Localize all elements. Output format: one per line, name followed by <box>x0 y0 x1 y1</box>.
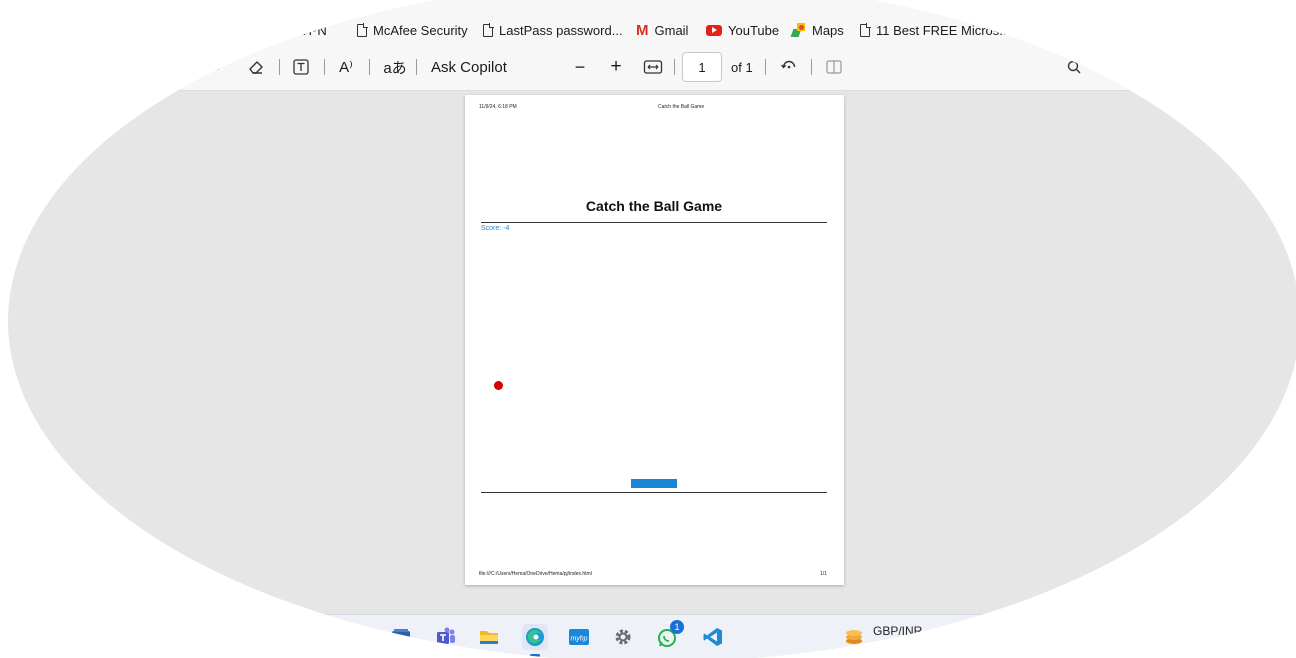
screen: VPN McAfee Security LastPass password...… <box>0 0 1296 658</box>
search-icon[interactable] <box>1062 55 1086 79</box>
bookmark-label: YouTube <box>728 22 780 38</box>
bookmark-best-free[interactable]: 11 Best FREE Micros... <box>860 20 1010 40</box>
translate-icon: aあ <box>383 59 407 77</box>
pdf-toolbar: A⁾ aあ Ask Copilot − + 1 of 1 <box>8 44 1296 91</box>
bookmark-label: LastPass password... <box>499 22 623 38</box>
game-area-bottom-border <box>481 492 827 493</box>
bookmark-label: 11 Best FREE Micros... <box>876 22 1011 38</box>
translate-button[interactable]: aあ <box>380 55 410 79</box>
page-number-input[interactable]: 1 <box>682 52 722 82</box>
bookmark-mcafee[interactable]: McAfee Security <box>357 20 468 40</box>
myhp-icon[interactable]: myhp <box>566 624 592 650</box>
vscode-icon[interactable] <box>700 624 726 650</box>
page-icon <box>483 23 494 37</box>
paddle <box>631 479 677 488</box>
viewport-content: VPN McAfee Security LastPass password...… <box>8 0 1296 658</box>
eraser-icon[interactable] <box>244 55 268 79</box>
draw-dropdown-chevron-icon[interactable] <box>210 55 226 79</box>
page-total-label: of 1 <box>731 59 753 75</box>
print-header-title: Catch the Ball Game <box>658 104 705 110</box>
gmail-icon: M <box>636 21 649 39</box>
game-title: Catch the Ball Game <box>585 198 723 214</box>
edge-browser-icon[interactable] <box>522 624 548 657</box>
zoom-out-button[interactable]: − <box>570 55 590 79</box>
bookmark-label: VPN <box>300 22 327 38</box>
bookmark-maps[interactable]: Maps <box>790 20 844 40</box>
maps-icon <box>790 23 806 37</box>
task-view-icon[interactable] <box>388 624 414 650</box>
settings-gear-icon[interactable] <box>610 624 636 650</box>
print-footer-path: file:///C:/Users/Hema/OneDrive/Hema/pj/i… <box>479 571 592 577</box>
page-icon <box>860 23 871 37</box>
print-date: 11/9/24, 6:18 PM <box>479 104 517 110</box>
fit-to-width-icon[interactable] <box>641 55 665 79</box>
read-aloud-icon: A⁾ <box>339 59 353 76</box>
ball <box>494 381 503 390</box>
score-label: Score: -4 <box>481 225 510 232</box>
bookmark-gmail[interactable]: M Gmail <box>636 20 688 40</box>
game-area-top-border <box>481 222 827 223</box>
zoom-in-button[interactable]: + <box>606 55 626 79</box>
bookmarks-bar: VPN McAfee Security LastPass password...… <box>8 0 1296 44</box>
teams-icon[interactable] <box>433 624 459 650</box>
svg-text:myhp: myhp <box>570 636 587 643</box>
pdf-page: 11/9/24, 6:18 PM Catch the Ball Game Cat… <box>465 95 844 585</box>
currency-widget-icon[interactable] <box>841 624 867 650</box>
plus-icon: + <box>610 56 622 77</box>
page-view-icon[interactable] <box>822 55 846 79</box>
notification-badge: 1 <box>670 620 684 634</box>
bookmark-youtube[interactable]: YouTube <box>706 20 779 40</box>
page-number-value: 1 <box>698 59 706 75</box>
bookmark-label: Maps <box>812 22 844 38</box>
page-icon <box>357 23 368 37</box>
ask-copilot-button[interactable]: Ask Copilot <box>431 55 507 79</box>
youtube-icon <box>706 24 722 36</box>
add-text-icon[interactable] <box>289 55 313 79</box>
bookmark-label: McAfee Security <box>373 22 468 38</box>
bookmark-lastpass[interactable]: LastPass password... <box>483 20 623 40</box>
currency-widget-label[interactable]: GBP/INR <box>873 624 922 638</box>
page-total: of 1 <box>731 55 753 79</box>
taskbar: myhp 1 GBP/INR <box>8 614 1296 658</box>
rotate-icon[interactable] <box>777 55 801 79</box>
viewport: VPN McAfee Security LastPass password...… <box>8 0 1296 658</box>
bookmark-vpn[interactable]: VPN <box>300 20 327 40</box>
whatsapp-icon[interactable]: 1 <box>655 620 684 650</box>
print-page-number: 1/1 <box>820 571 827 577</box>
bookmark-label: Gmail <box>654 22 689 38</box>
file-explorer-icon[interactable] <box>476 624 502 650</box>
read-aloud-button[interactable]: A⁾ <box>334 55 358 79</box>
ask-copilot-label: Ask Copilot <box>431 58 507 76</box>
minus-icon: − <box>574 56 586 77</box>
